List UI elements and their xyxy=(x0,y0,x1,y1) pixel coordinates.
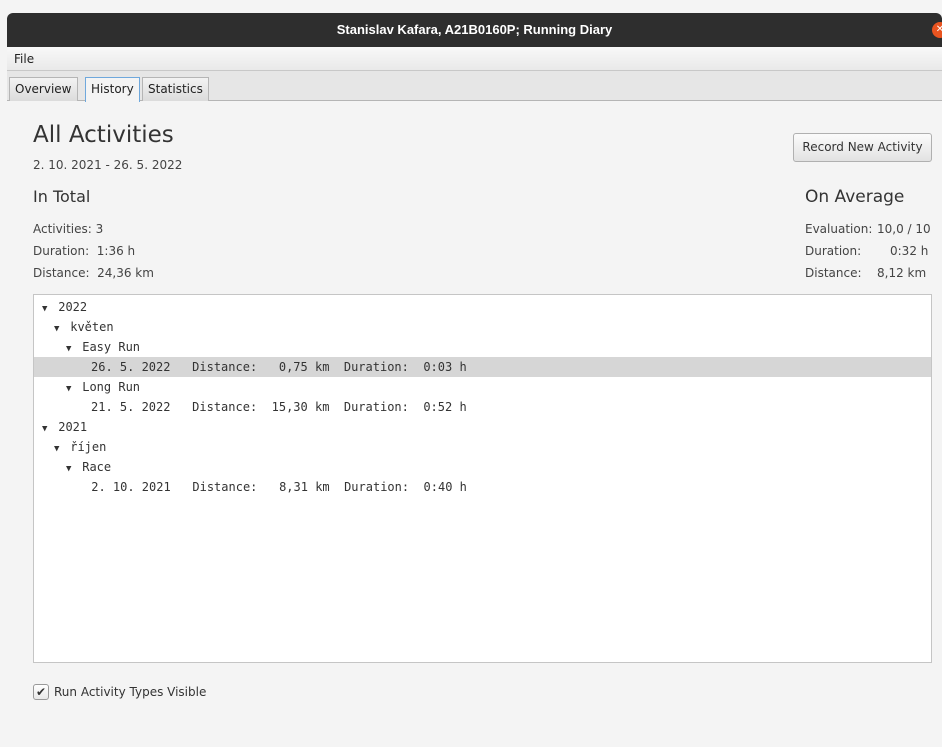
triangle-down-icon[interactable]: ▼ xyxy=(42,419,51,439)
average-distance-value: 8,12 km xyxy=(877,266,927,280)
history-panel: All Activities 2. 10. 2021 - 26. 5. 2022… xyxy=(7,102,942,747)
tree-node-activity-type[interactable]: ▼ Long Run xyxy=(34,377,931,397)
menu-file[interactable]: File xyxy=(14,52,34,66)
window-title: Stanislav Kafara, A21B0160P; Running Dia… xyxy=(336,22,613,37)
on-average-title: On Average xyxy=(805,187,905,207)
tree-activity-row[interactable]: 26. 5. 2022 Distance: 0,75 km Duration: … xyxy=(34,357,931,377)
triangle-down-icon[interactable]: ▼ xyxy=(66,339,75,359)
close-icon[interactable]: ✕ xyxy=(932,22,942,38)
average-duration-value: 0:32 h xyxy=(890,244,929,258)
menu-bar: File xyxy=(7,47,942,71)
checkmark-icon: ✔ xyxy=(35,685,47,699)
activity-tree[interactable]: ▼ 2022 ▼ květen ▼ Easy Run 26. 5. 2022 D… xyxy=(33,294,932,663)
triangle-down-icon[interactable]: ▼ xyxy=(54,319,63,339)
date-range: 2. 10. 2021 - 26. 5. 2022 xyxy=(33,158,183,172)
in-total-title: In Total xyxy=(33,187,91,206)
tree-node-year[interactable]: ▼ 2022 xyxy=(34,297,931,317)
average-duration-label: Duration: xyxy=(805,244,862,258)
tree-node-year[interactable]: ▼ 2021 xyxy=(34,417,931,437)
average-distance-label: Distance: xyxy=(805,266,862,280)
triangle-down-icon[interactable]: ▼ xyxy=(66,379,75,399)
total-distance: Distance: 24,36 km xyxy=(33,266,154,280)
triangle-down-icon[interactable]: ▼ xyxy=(42,299,51,319)
record-new-activity-button[interactable]: Record New Activity xyxy=(793,133,932,162)
tab-bar: Overview History Statistics xyxy=(7,71,942,102)
tree-node-month[interactable]: ▼ květen xyxy=(34,317,931,337)
tree-node-activity-type[interactable]: ▼ Race xyxy=(34,457,931,477)
page-title: All Activities xyxy=(33,122,174,148)
run-types-visible-checkbox[interactable]: ✔ xyxy=(33,684,49,700)
triangle-down-icon[interactable]: ▼ xyxy=(66,459,75,479)
average-evaluation-label: Evaluation: xyxy=(805,222,873,236)
total-duration: Duration: 1:36 h xyxy=(33,244,136,258)
tab-overview[interactable]: Overview xyxy=(9,77,78,101)
run-types-visible-label[interactable]: Run Activity Types Visible xyxy=(54,685,206,699)
triangle-down-icon[interactable]: ▼ xyxy=(54,439,63,459)
tree-activity-row[interactable]: 21. 5. 2022 Distance: 15,30 km Duration:… xyxy=(34,397,931,417)
tree-node-activity-type[interactable]: ▼ Easy Run xyxy=(34,337,931,357)
window-titlebar: Stanislav Kafara, A21B0160P; Running Dia… xyxy=(7,13,942,47)
tree-activity-row[interactable]: 2. 10. 2021 Distance: 8,31 km Duration: … xyxy=(34,477,931,497)
average-evaluation-value: 10,0 / 10 xyxy=(877,222,931,236)
tab-statistics[interactable]: Statistics xyxy=(142,77,209,101)
tab-history[interactable]: History xyxy=(85,77,140,102)
tree-node-month[interactable]: ▼ říjen xyxy=(34,437,931,457)
total-activities: Activities: 3 xyxy=(33,222,104,236)
